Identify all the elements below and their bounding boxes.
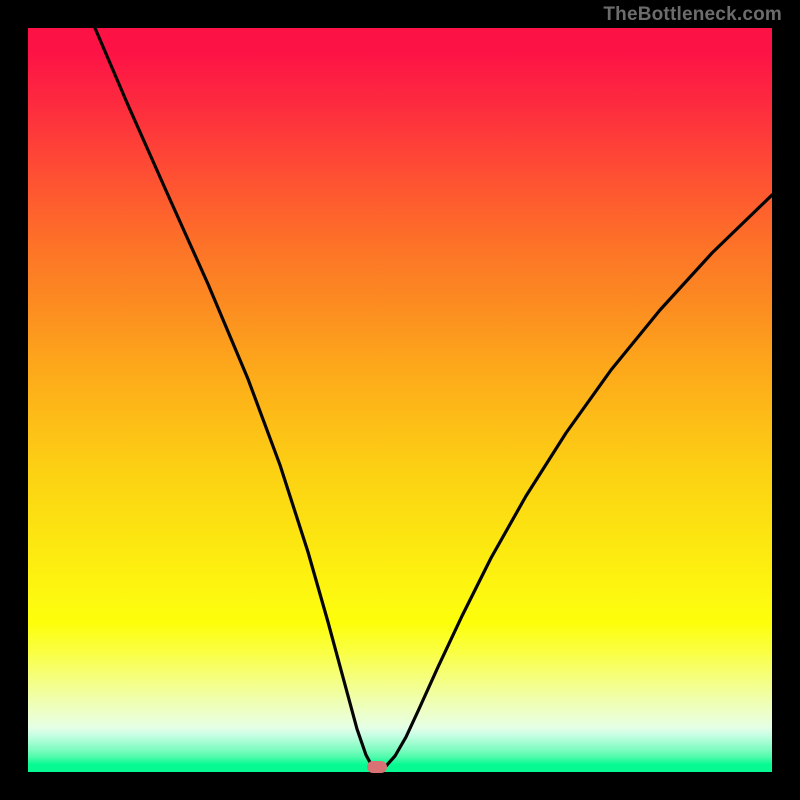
watermark-text: TheBottleneck.com	[603, 4, 782, 26]
chart-frame: TheBottleneck.com	[0, 0, 800, 800]
minimum-marker	[367, 761, 387, 773]
plot-area	[28, 28, 772, 772]
bottleneck-curve	[28, 28, 772, 772]
